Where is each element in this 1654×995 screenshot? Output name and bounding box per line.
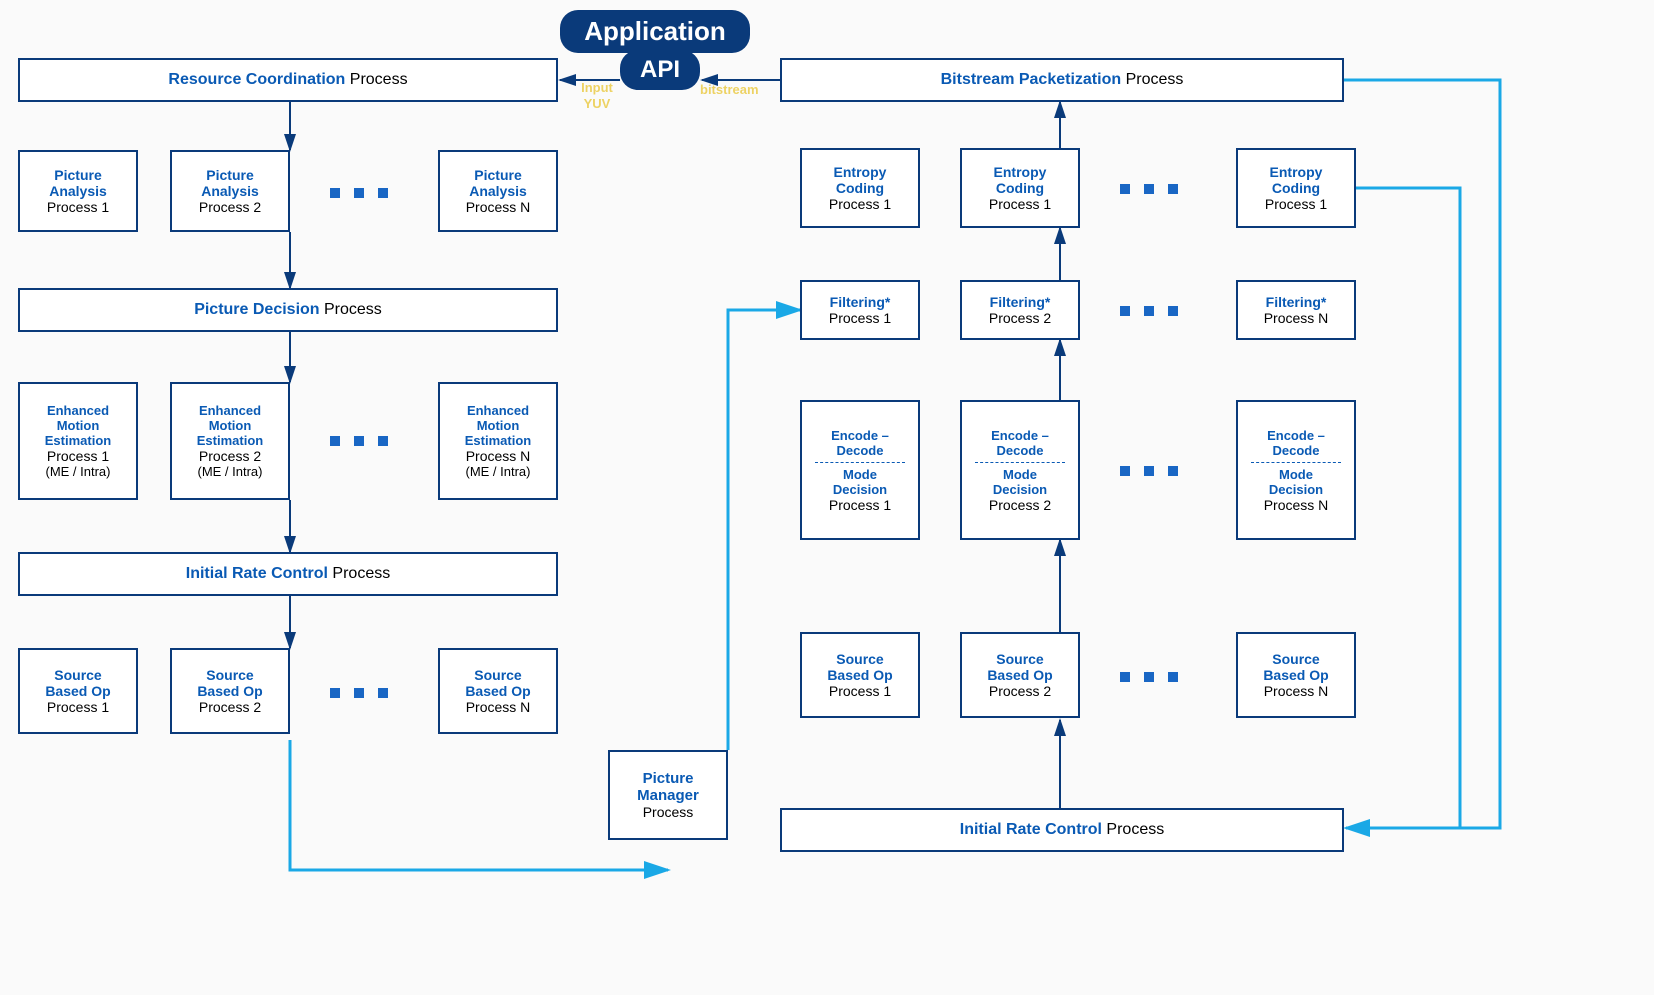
- picture-decision-process: Picture Decision Process: [18, 288, 558, 332]
- api-badge: API: [620, 50, 700, 90]
- dots-eme: [330, 436, 388, 446]
- sbo-right-1: Source Based Op Process 1: [800, 632, 920, 718]
- sbo-right-n: Source Based Op Process N: [1236, 632, 1356, 718]
- application-badge: Application: [560, 10, 750, 53]
- sbo-right-2: Source Based Op Process 2: [960, 632, 1080, 718]
- encdec-n: Encode – Decode Mode Decision Process N: [1236, 400, 1356, 540]
- encdec-2: Encode – Decode Mode Decision Process 2: [960, 400, 1080, 540]
- label-input-yuv: Input YUV: [572, 80, 622, 111]
- eme-1: Enhanced Motion Estimation Process 1 (ME…: [18, 382, 138, 500]
- label-bitstream: bitstream: [700, 82, 759, 98]
- filtering-1: Filtering* Process 1: [800, 280, 920, 340]
- entropy-n: Entropy Coding Process 1: [1236, 148, 1356, 228]
- dots-encdec: [1120, 466, 1178, 476]
- dots-sbo-left: [330, 688, 388, 698]
- resource-coordination-process: Resource Coordination Process: [18, 58, 558, 102]
- filtering-2: Filtering* Process 2: [960, 280, 1080, 340]
- entropy-2: Entropy Coding Process 1: [960, 148, 1080, 228]
- filtering-n: Filtering* Process N: [1236, 280, 1356, 340]
- sbo-left-2: Source Based Op Process 2: [170, 648, 290, 734]
- eme-2: Enhanced Motion Estimation Process 2 (ME…: [170, 382, 290, 500]
- dots-filtering: [1120, 306, 1178, 316]
- picture-analysis-2: Picture Analysis Process 2: [170, 150, 290, 232]
- dots-pa: [330, 188, 388, 198]
- initial-rate-control-right: Initial Rate Control Process: [780, 808, 1344, 852]
- sbo-left-1: Source Based Op Process 1: [18, 648, 138, 734]
- sbo-left-n: Source Based Op Process N: [438, 648, 558, 734]
- eme-n: Enhanced Motion Estimation Process N (ME…: [438, 382, 558, 500]
- picture-manager-process: Picture Manager Process: [608, 750, 728, 840]
- encdec-1: Encode – Decode Mode Decision Process 1: [800, 400, 920, 540]
- entropy-1: Entropy Coding Process 1: [800, 148, 920, 228]
- dots-sbo-right: [1120, 672, 1178, 682]
- picture-analysis-n: Picture Analysis Process N: [438, 150, 558, 232]
- dots-entropy: [1120, 184, 1178, 194]
- picture-analysis-1: Picture Analysis Process 1: [18, 150, 138, 232]
- initial-rate-control-left: Initial Rate Control Process: [18, 552, 558, 596]
- bitstream-packetization-process: Bitstream Packetization Process: [780, 58, 1344, 102]
